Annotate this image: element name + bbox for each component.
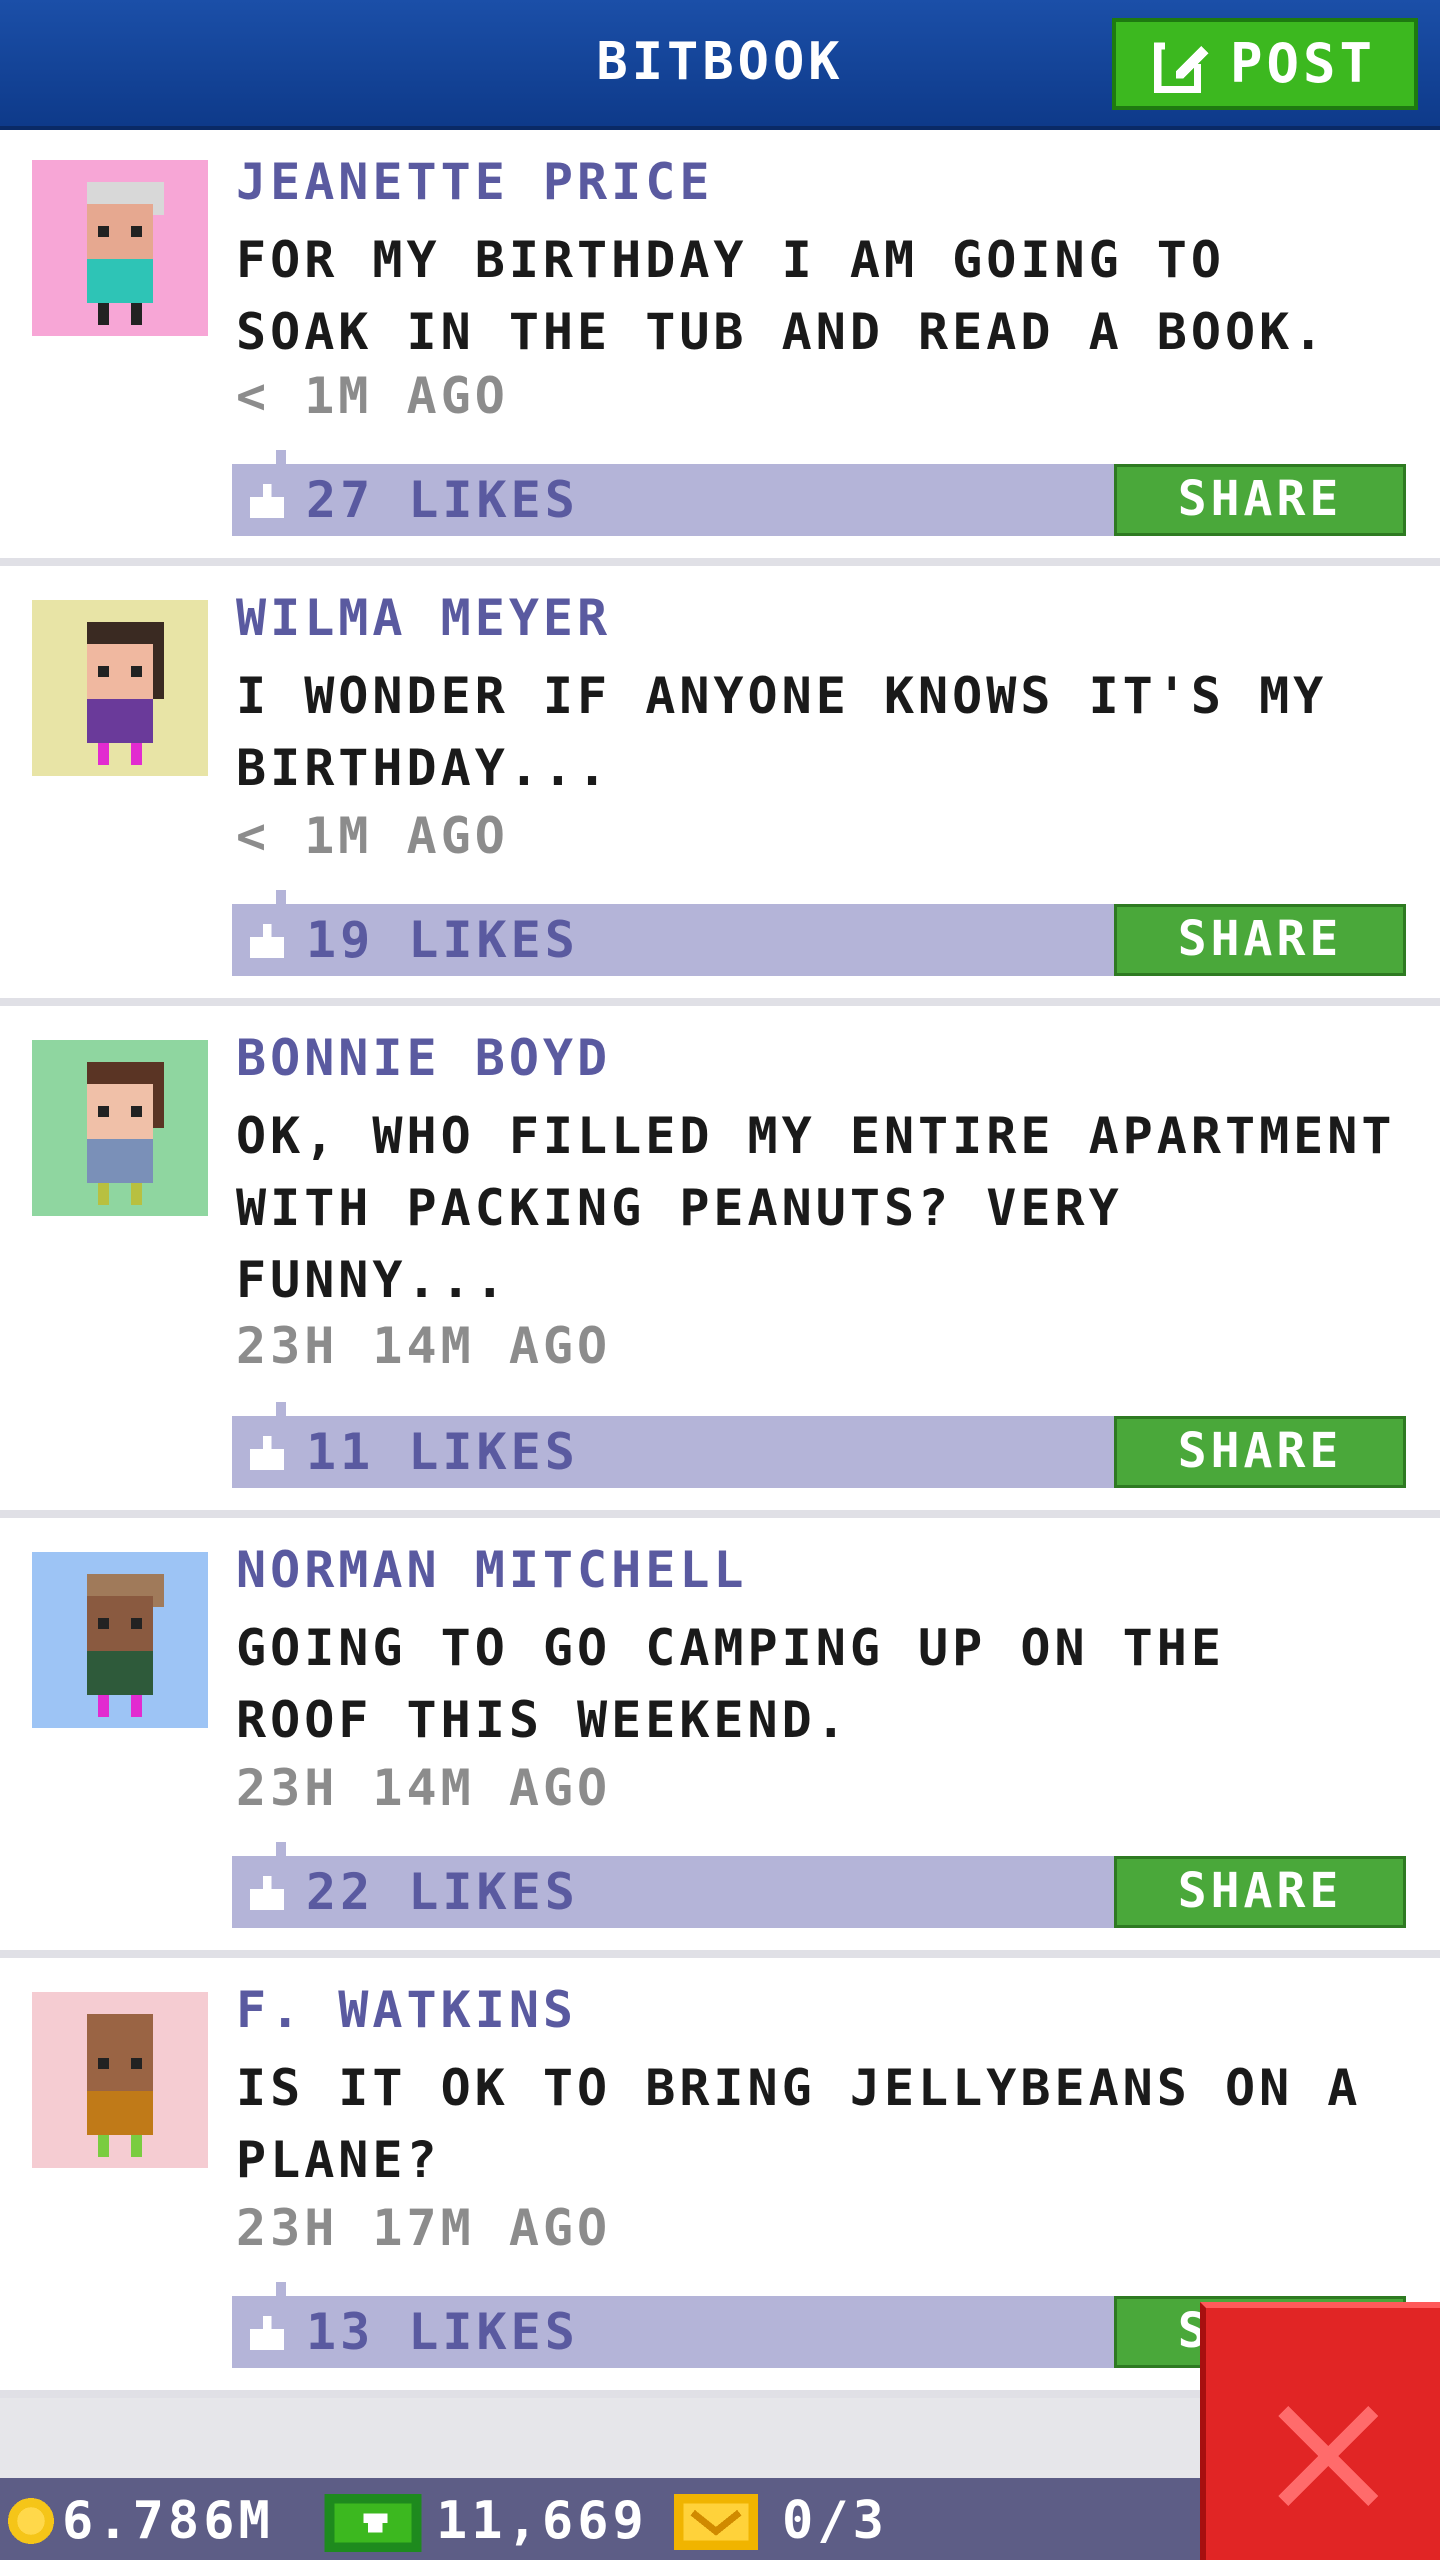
avatar[interactable] xyxy=(32,1552,208,1728)
likes-bar-notch xyxy=(276,1842,286,1856)
share-button[interactable]: SHARE xyxy=(1114,904,1406,976)
post-item: NORMAN MITCHELL GOING TO GO CAMPING UP O… xyxy=(0,1518,1440,1958)
thumb-icon[interactable] xyxy=(250,484,284,518)
edit-icon xyxy=(1153,38,1212,93)
post-author[interactable]: JEANETTE PRICE xyxy=(236,152,713,212)
post-time: < 1M AGO xyxy=(236,807,509,865)
likes-count: 13 LIKES xyxy=(306,2303,579,2361)
post-time: 23H 14M AGO xyxy=(236,1759,612,1817)
likes-bar: 19 LIKES SHARE xyxy=(232,890,1406,976)
likes-bar-notch xyxy=(276,1402,286,1416)
post-item: BONNIE BOYD OK, WHO FILLED MY ENTIRE APA… xyxy=(0,1006,1440,1518)
close-icon xyxy=(1278,2406,1378,2506)
likes-bar-notch xyxy=(276,2282,286,2296)
post-item: WILMA MEYER I WONDER IF ANYONE KNOWS IT'… xyxy=(0,566,1440,1006)
post-message: OK, WHO FILLED MY ENTIRE APARTMENT WITH … xyxy=(236,1107,1396,1309)
likes-count: 27 LIKES xyxy=(306,471,579,529)
post-time: 23H 17M AGO xyxy=(236,2199,612,2257)
post-button[interactable]: POST xyxy=(1112,18,1418,110)
thumb-icon[interactable] xyxy=(250,2316,284,2350)
post-message: GOING TO GO CAMPING UP ON THE ROOF THIS … xyxy=(236,1619,1225,1749)
coins-value: 6.786M xyxy=(62,2491,274,2551)
post-author[interactable]: NORMAN MITCHELL xyxy=(236,1540,748,1600)
post-message: IS IT OK TO BRING JELLYBEANS ON A PLANE? xyxy=(236,2059,1362,2189)
tickets-value: 0/3 xyxy=(782,2491,888,2551)
post-time: < 1M AGO xyxy=(236,367,509,425)
likes-bar-notch xyxy=(276,890,286,904)
post-label: POST xyxy=(1229,32,1377,95)
post-time: 23H 14M AGO xyxy=(236,1317,612,1375)
bux-value: 11,669 xyxy=(436,2491,648,2551)
likes-count: 19 LIKES xyxy=(306,911,579,969)
likes-bar: 11 LIKES SHARE xyxy=(232,1402,1406,1488)
likes-bar: 27 LIKES SHARE xyxy=(232,450,1406,536)
close-button[interactable] xyxy=(1200,2302,1440,2560)
avatar[interactable] xyxy=(32,160,208,336)
avatar[interactable] xyxy=(32,1992,208,2168)
likes-count: 11 LIKES xyxy=(306,1423,579,1481)
cash-icon[interactable] xyxy=(322,2494,424,2552)
post-message: I WONDER IF ANYONE KNOWS IT'S MY BIRTHDA… xyxy=(236,667,1328,797)
avatar[interactable] xyxy=(32,1040,208,1216)
post-author[interactable]: WILMA MEYER xyxy=(236,588,611,648)
post-author[interactable]: BONNIE BOYD xyxy=(236,1028,611,1088)
share-button[interactable]: SHARE xyxy=(1114,464,1406,536)
share-button[interactable]: SHARE xyxy=(1114,1856,1406,1928)
likes-count: 22 LIKES xyxy=(306,1863,579,1921)
thumb-icon[interactable] xyxy=(250,924,284,958)
likes-bar-notch xyxy=(276,450,286,464)
post-author[interactable]: F. WATKINS xyxy=(236,1980,577,2040)
post-item: JEANETTE PRICE FOR MY BIRTHDAY I AM GOIN… xyxy=(0,130,1440,566)
post-message: FOR MY BIRTHDAY I AM GOING TO SOAK IN TH… xyxy=(236,231,1328,361)
thumb-icon[interactable] xyxy=(250,1876,284,1910)
likes-bar: 22 LIKES SHARE xyxy=(232,1842,1406,1928)
coin-icon xyxy=(8,2498,54,2544)
app-header: BITBOOK POST xyxy=(0,0,1440,130)
avatar[interactable] xyxy=(32,600,208,776)
share-button[interactable]: SHARE xyxy=(1114,1416,1406,1488)
thumb-icon[interactable] xyxy=(250,1436,284,1470)
ticket-icon[interactable] xyxy=(672,2494,760,2550)
